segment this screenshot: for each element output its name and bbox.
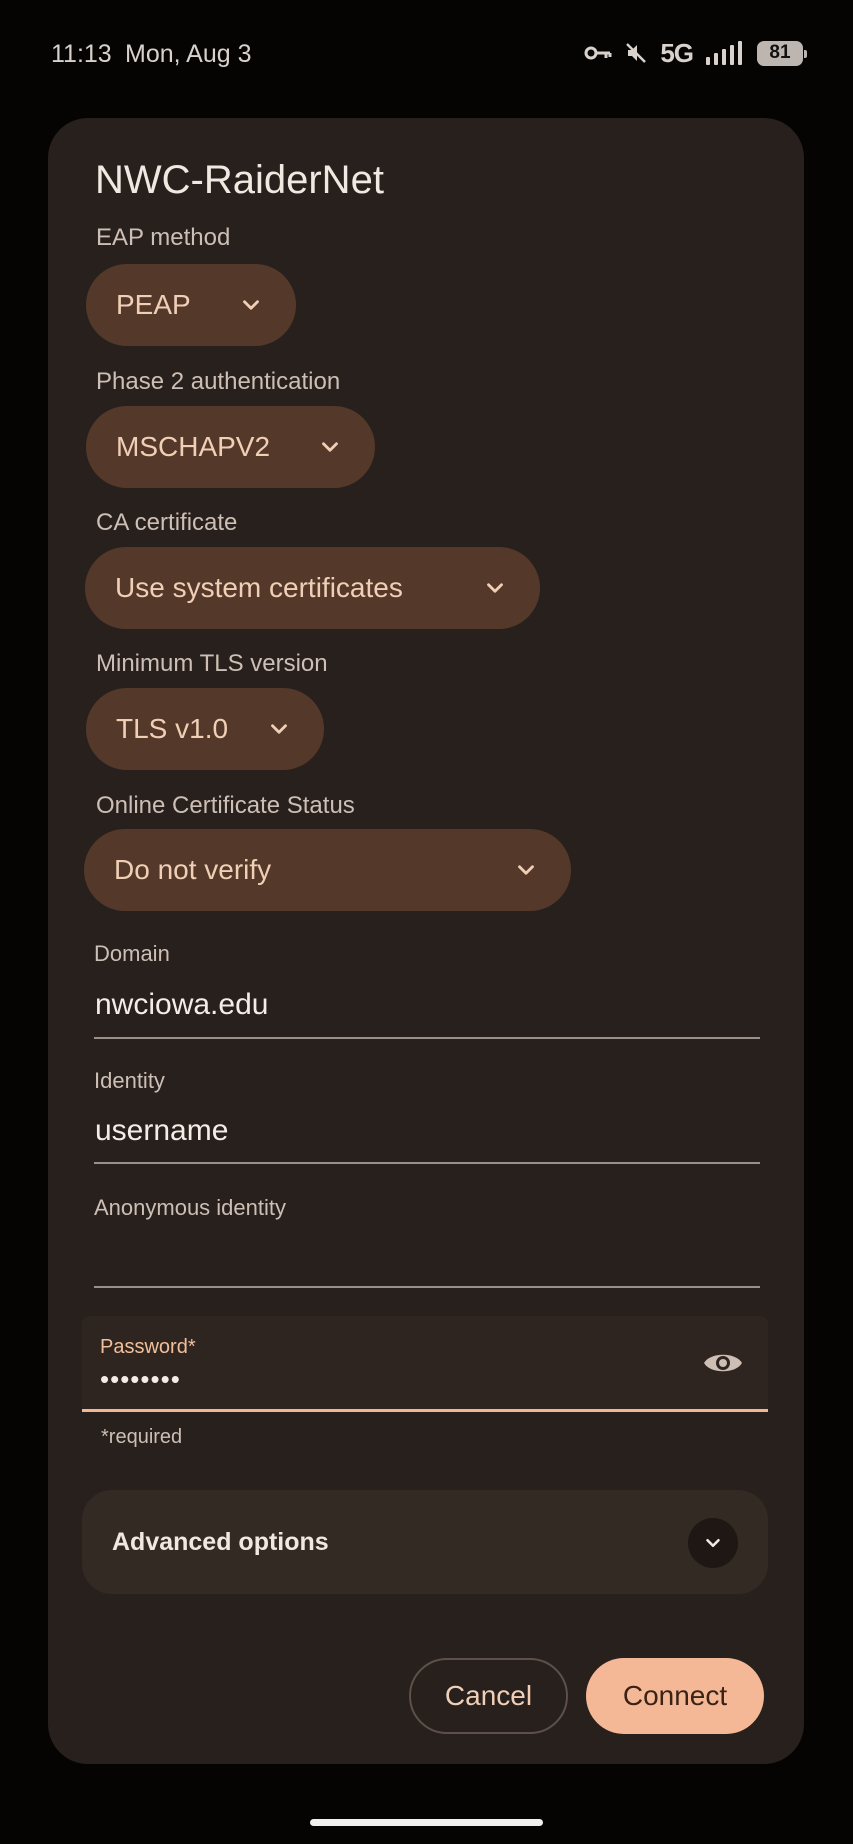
vpn-key-icon	[584, 44, 612, 62]
eap-method-value: PEAP	[116, 289, 191, 320]
ca-certificate-label: CA certificate	[96, 509, 238, 536]
cancel-button[interactable]: Cancel	[409, 1658, 568, 1734]
ocsp-label: Online Certificate Status	[96, 792, 355, 819]
ca-certificate-dropdown[interactable]: Use system certificates	[85, 547, 540, 629]
password-field[interactable]: Password* ••••••••	[82, 1316, 768, 1412]
expand-button[interactable]	[688, 1518, 738, 1568]
home-indicator[interactable]	[310, 1819, 543, 1826]
eap-method-dropdown[interactable]: PEAP	[86, 264, 296, 346]
chevron-down-icon	[487, 583, 503, 593]
password-label: Password*	[100, 1336, 196, 1358]
chevron-down-icon	[243, 300, 259, 310]
chevron-down-icon	[271, 724, 287, 734]
identity-field[interactable]: username	[95, 1114, 228, 1148]
chevron-down-icon	[706, 1538, 720, 1548]
chevron-down-icon	[322, 442, 338, 452]
dialog-title: NWC-RaiderNet	[95, 158, 384, 202]
anonymous-identity-label: Anonymous identity	[94, 1195, 286, 1220]
min-tls-value: TLS v1.0	[116, 713, 229, 744]
ca-certificate-value: Use system certificates	[115, 572, 403, 603]
connect-button[interactable]: Connect	[586, 1658, 764, 1734]
status-icons: 5G 81	[584, 37, 807, 68]
advanced-options-label: Advanced options	[112, 1528, 329, 1556]
anonymous-identity-underline	[94, 1286, 760, 1288]
status-date: Mon, Aug 3	[125, 40, 252, 68]
domain-field[interactable]: nwciowa.edu	[95, 988, 268, 1022]
battery-level: 81	[769, 42, 791, 63]
battery-icon: 81	[757, 40, 807, 66]
required-helper-text: *required	[101, 1426, 183, 1448]
eye-icon[interactable]	[702, 1348, 744, 1383]
min-tls-dropdown[interactable]: TLS v1.0	[86, 688, 324, 770]
status-time: 11:13	[51, 40, 112, 68]
chevron-down-icon	[518, 865, 534, 875]
signal-icon	[705, 41, 745, 65]
advanced-options-row[interactable]: Advanced options	[82, 1490, 768, 1594]
phase2-label: Phase 2 authentication	[96, 368, 341, 395]
ocsp-value: Do not verify	[114, 854, 272, 885]
ocsp-dropdown[interactable]: Do not verify	[84, 829, 571, 911]
mute-icon	[624, 41, 648, 65]
anonymous-identity-field[interactable]	[95, 1240, 761, 1284]
domain-underline	[94, 1037, 760, 1039]
identity-underline	[94, 1162, 760, 1164]
identity-label: Identity	[94, 1068, 165, 1093]
domain-label: Domain	[94, 941, 170, 966]
status-bar: 11:13 Mon, Aug 3 5G 81	[0, 0, 853, 110]
phase2-dropdown[interactable]: MSCHAPV2	[86, 406, 375, 488]
phase2-value: MSCHAPV2	[116, 431, 271, 462]
wifi-config-dialog: NWC-RaiderNet EAP method PEAP Phase 2 au…	[48, 118, 804, 1764]
network-type: 5G	[660, 37, 694, 68]
eap-method-label: EAP method	[96, 224, 231, 251]
min-tls-label: Minimum TLS version	[96, 650, 328, 677]
password-value: ••••••••	[100, 1364, 181, 1394]
